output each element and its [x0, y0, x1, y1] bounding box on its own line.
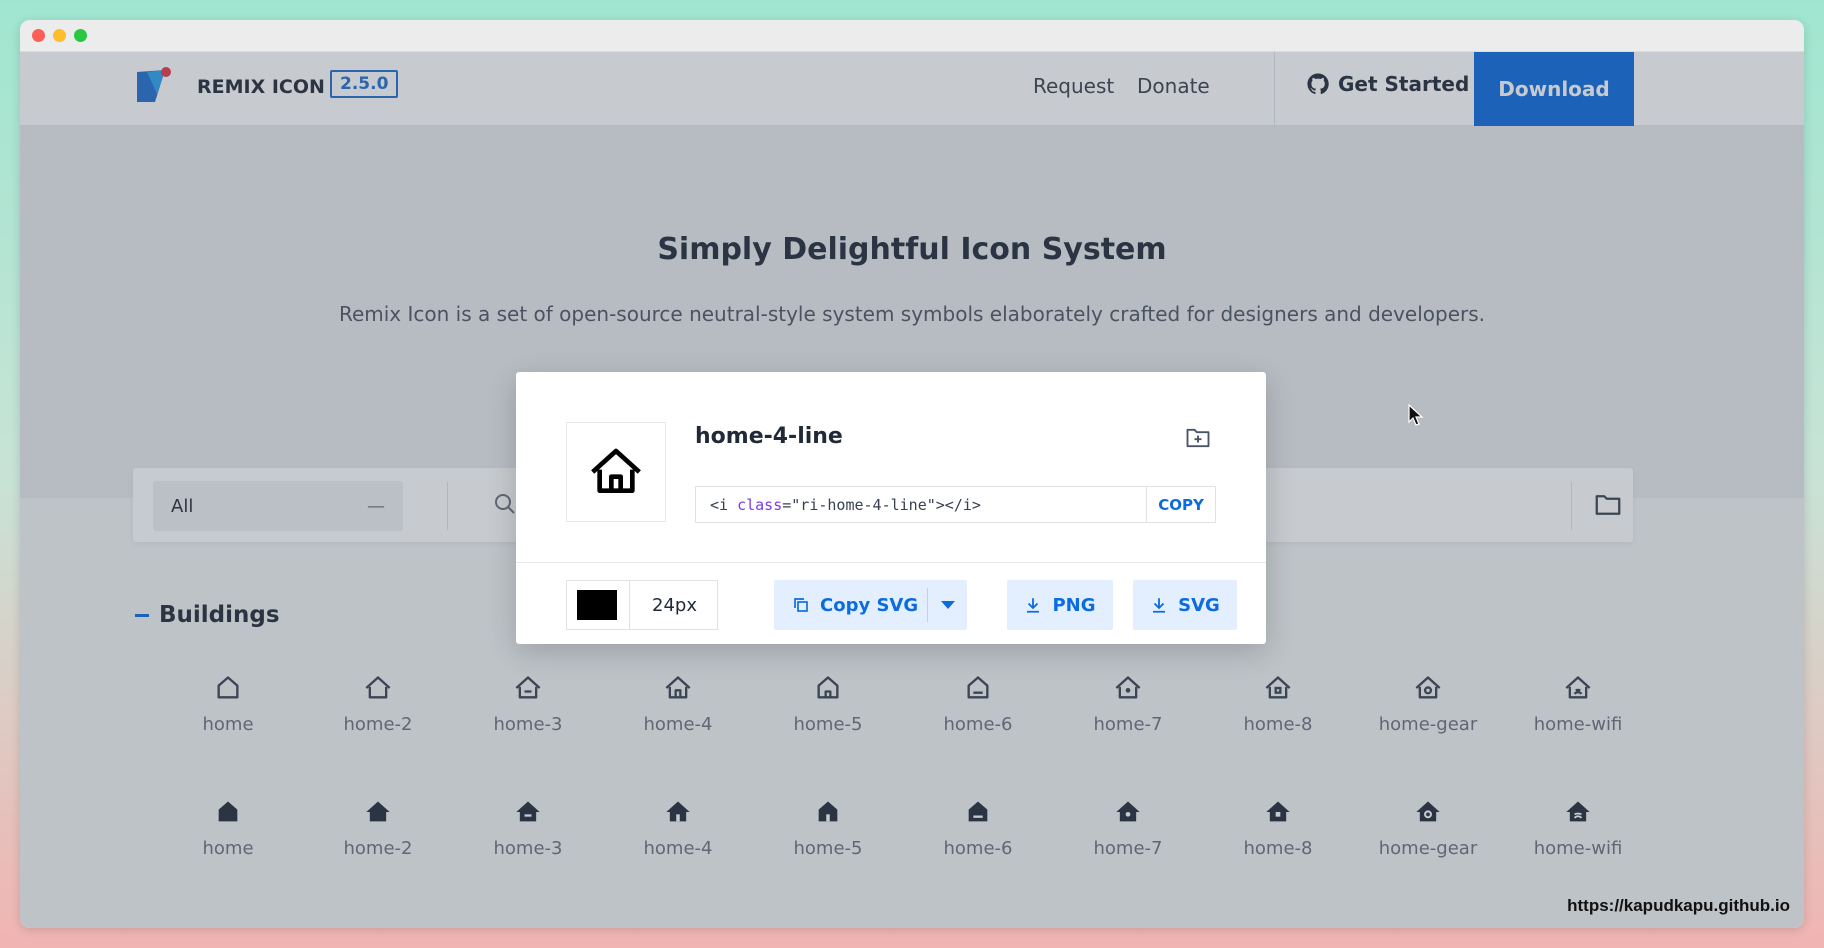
download-icon	[1153, 598, 1166, 613]
copy-icon	[794, 598, 808, 612]
color-swatch[interactable]	[577, 590, 617, 620]
download-png-button[interactable]: PNG	[1007, 580, 1113, 630]
close-window-button[interactable]	[32, 29, 45, 42]
download-icon	[1027, 598, 1040, 613]
modal-divider	[516, 562, 1266, 563]
title-bar	[20, 20, 1804, 52]
copy-svg-label: Copy SVG	[820, 594, 919, 616]
maximize-window-button[interactable]	[74, 29, 87, 42]
copy-code-button[interactable]: COPY	[1146, 487, 1215, 522]
page: REMIX ICON 2.5.0 Request Donate Get Star…	[20, 52, 1804, 928]
caret-down-icon[interactable]	[941, 600, 955, 610]
home-4-line-icon	[591, 448, 641, 493]
download-svg-button[interactable]: SVG	[1133, 580, 1237, 630]
code-snippet: <i class="ri-home-4-line"></i>	[696, 496, 1146, 514]
icon-detail-modal: home-4-line <i class="ri-home-4-line"></…	[516, 372, 1266, 644]
add-to-collection-icon[interactable]	[1184, 424, 1212, 452]
color-size-separator	[629, 581, 630, 629]
code-snippet-field[interactable]: <i class="ri-home-4-line"></i> COPY	[695, 486, 1216, 523]
download-svg-label: SVG	[1178, 594, 1220, 616]
code-tag-open: <i	[710, 495, 738, 514]
browser-window: REMIX ICON 2.5.0 Request Donate Get Star…	[20, 20, 1804, 928]
watermark-url: https://kapudkapu.github.io	[1567, 896, 1790, 915]
mouse-cursor-icon	[1408, 404, 1424, 426]
icon-name-title: home-4-line	[695, 424, 843, 449]
color-size-control: 24px	[566, 580, 718, 630]
code-value: ="ri-home-4-line"></i>	[782, 495, 981, 514]
copy-svg-button[interactable]: Copy SVG	[774, 580, 967, 630]
code-attr: class	[737, 495, 783, 514]
copy-svg-separator	[927, 588, 928, 622]
size-value[interactable]: 24px	[652, 595, 697, 616]
minimize-window-button[interactable]	[53, 29, 66, 42]
icon-preview	[566, 422, 666, 522]
download-png-label: PNG	[1052, 594, 1096, 616]
